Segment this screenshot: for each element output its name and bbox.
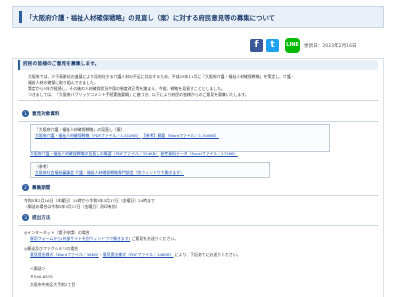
- section-1-label: 意見対象資料: [32, 112, 60, 117]
- divider: [18, 100, 378, 101]
- strategy-pdf-link[interactable]: 大阪府介護・福祉人材確保戦略（PDFファイル／1,510KB）: [35, 133, 141, 138]
- section-1-divider: [18, 121, 378, 122]
- section-2-number: 2: [22, 184, 29, 191]
- page-title-box: 「大阪府介護・福祉人材確保戦略」の見直し（案）に対する府民意見等の募集について: [12, 6, 384, 28]
- postal-address: 大阪市中央区大手前2丁目: [30, 282, 76, 287]
- overview-links-row: 大阪府介護・福祉人材確保戦略の見直しの概要（PDFファイル／324KB） 参考資…: [30, 151, 238, 157]
- overview-pdf-link[interactable]: 大阪府介護・福祉人材確保戦略の見直しの概要（PDFファイル／324KB）: [30, 151, 159, 156]
- section-2-divider: [18, 195, 378, 196]
- form-pdf-link[interactable]: 意見提出様式（PDFファイル／106KB）: [103, 252, 174, 257]
- section-3-divider: [18, 225, 378, 226]
- section-1-number: 1: [22, 110, 29, 117]
- facebook-icon[interactable]: f: [250, 39, 263, 52]
- share-bar: f t LINE 更新日：2023年2月16日: [0, 36, 396, 56]
- online-method-row: 専用フォームから(外部サイトを別ウィンドウで開きます) ご意見をお送りください。: [30, 236, 178, 242]
- page-title: 「大阪府介護・福祉人材確保戦略」の見直し（案）に対する府民意見等の募集について: [26, 13, 276, 22]
- intro-heading: 府民の皆様のご意見を募集します。: [18, 60, 378, 70]
- postal-label: ＜郵送＞: [30, 266, 46, 271]
- twitter-icon[interactable]: t: [266, 39, 279, 52]
- intro-line-4: つきましては、「大阪府パブリックコメント手続実施要綱」に基づき、以下により府民の…: [28, 92, 249, 98]
- line-icon[interactable]: LINE: [285, 38, 300, 53]
- online-form-tail: ご意見をお送りください。: [131, 236, 179, 241]
- summary-word-link[interactable]: 【参考】概要（Wordファイル／1,316KB）: [142, 133, 219, 138]
- intro-body: 大阪府では、少子高齢化の進展により深刻化する介護人材の不足に対応するため、平成2…: [28, 74, 378, 98]
- postal-deadline-text: （郵送の場合は令和5年3月17日（金曜日）消印有効）: [24, 204, 120, 209]
- target-doc-box: 「大阪府介護・福祉人材確保戦略」の見直し（案） 大阪府介護・福祉人材確保戦略（P…: [30, 124, 330, 152]
- section-3-label: 提出方法: [32, 216, 51, 221]
- committee-link[interactable]: 大阪府社会福祉審議会 介護・福祉人材確保戦略専門部会（別ウィンドウで開きます）: [35, 170, 184, 176]
- section-2-label: 募集期間: [32, 186, 51, 191]
- doc-links-row: 大阪府介護・福祉人材確保戦略（PDFファイル／1,510KB） 【参考】概要（W…: [35, 133, 219, 139]
- postal-code: 〒540-8570: [30, 274, 53, 279]
- section-3-number: 3: [22, 214, 29, 221]
- updated-date: 更新日：2023年2月16日: [304, 44, 357, 49]
- reference-excel-link[interactable]: 参考資料データ（Excelファイル／275KB）: [160, 151, 237, 156]
- reference-box: （参考） 大阪府社会福祉審議会 介護・福祉人材確保戦略専門部会（別ウィンドウで開…: [30, 162, 270, 178]
- form-word-link[interactable]: 意見提出様式（Wordファイル／36KB）: [30, 252, 99, 257]
- mail-method-tail: により、下記あてにお送りください。: [174, 252, 241, 257]
- online-form-link[interactable]: 専用フォームから(外部サイトを別ウィンドウで開きます): [30, 236, 130, 241]
- mail-method-row: 意見提出様式（Wordファイル／36KB）・意見提出様式（PDFファイル／106…: [30, 252, 241, 257]
- title-marker: [19, 11, 22, 23]
